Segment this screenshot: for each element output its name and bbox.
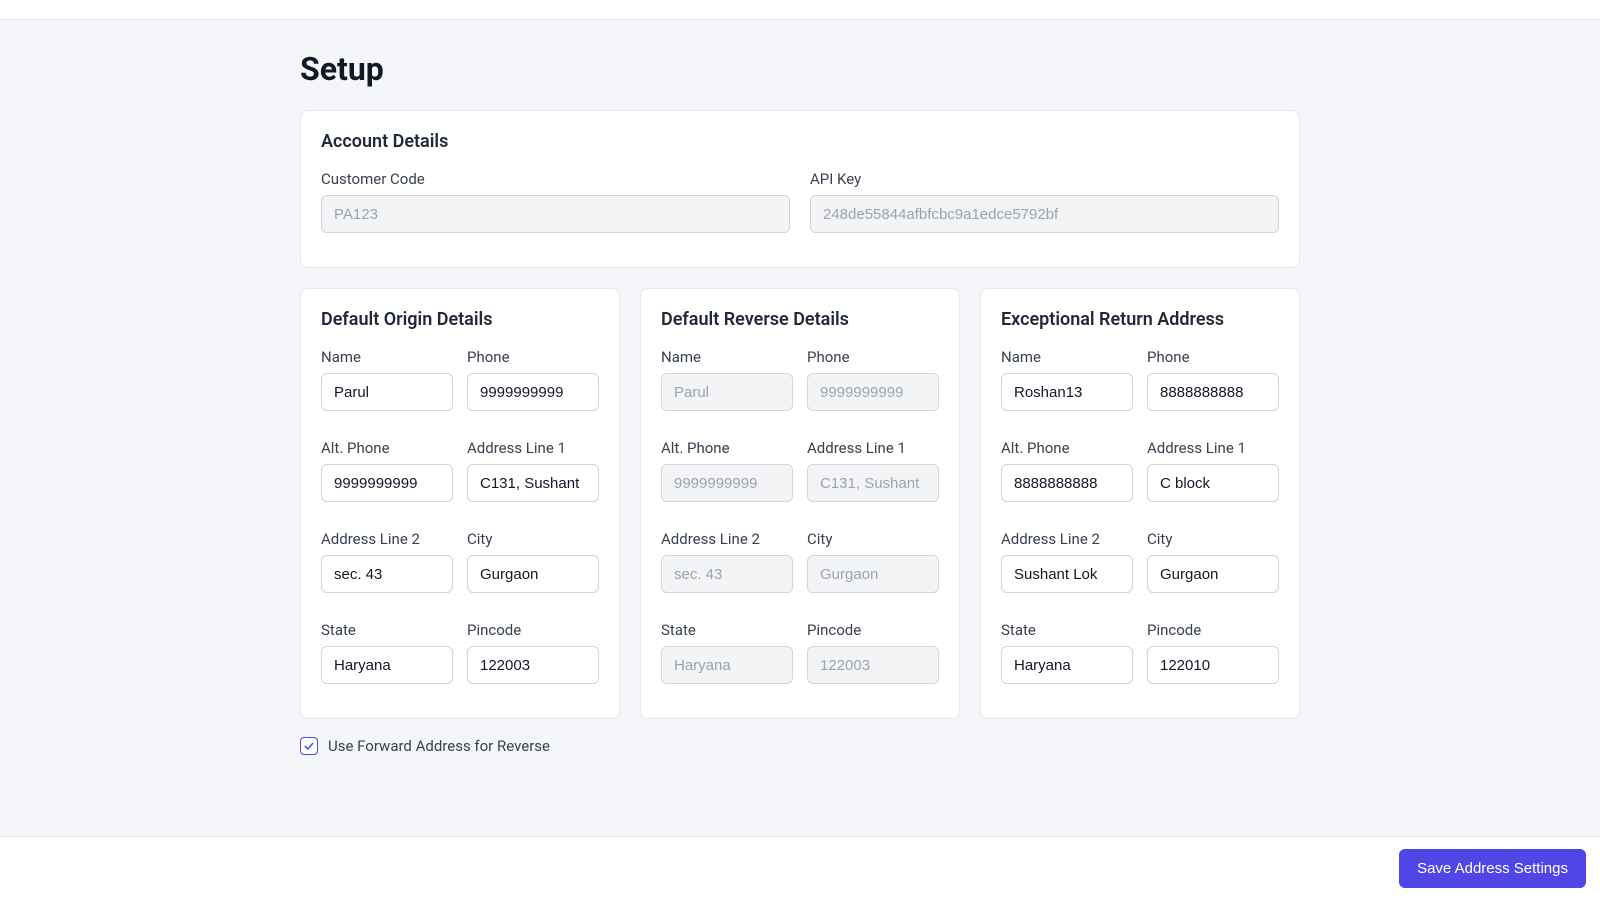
customer-code-field: Customer Code <box>321 170 790 233</box>
return-phone-input[interactable] <box>1147 373 1279 411</box>
reverse-addr1-label: Address Line 1 <box>807 439 939 457</box>
return-name-label: Name <box>1001 348 1133 366</box>
origin-addr2-label: Address Line 2 <box>321 530 453 548</box>
return-state-label: State <box>1001 621 1133 639</box>
reverse-altphone-input <box>661 464 793 502</box>
reverse-card: Default Reverse Details Name Phone Alt. … <box>640 288 960 719</box>
return-addr1-input[interactable] <box>1147 464 1279 502</box>
origin-name-input[interactable] <box>321 373 453 411</box>
return-section-title: Exceptional Return Address <box>1001 309 1279 330</box>
origin-pincode-input[interactable] <box>467 646 599 684</box>
origin-phone-input[interactable] <box>467 373 599 411</box>
return-addr2-label: Address Line 2 <box>1001 530 1133 548</box>
return-altphone-input[interactable] <box>1001 464 1133 502</box>
reverse-phone-label: Phone <box>807 348 939 366</box>
reverse-city-label: City <box>807 530 939 548</box>
reverse-state-label: State <box>661 621 793 639</box>
footer-bar: Save Address Settings <box>0 836 1600 900</box>
main-container: Setup Account Details Customer Code API … <box>300 20 1300 795</box>
reverse-state-input <box>661 646 793 684</box>
api-key-field: API Key <box>810 170 1279 247</box>
origin-altphone-input[interactable] <box>321 464 453 502</box>
origin-card: Default Origin Details Name Phone Alt. P… <box>300 288 620 719</box>
reverse-addr2-label: Address Line 2 <box>661 530 793 548</box>
return-addr1-label: Address Line 1 <box>1147 439 1279 457</box>
reverse-phone-input <box>807 373 939 411</box>
return-pincode-input[interactable] <box>1147 646 1279 684</box>
origin-addr1-label: Address Line 1 <box>467 439 599 457</box>
reverse-name-label: Name <box>661 348 793 366</box>
reverse-pincode-input <box>807 646 939 684</box>
origin-phone-label: Phone <box>467 348 599 366</box>
reverse-altphone-label: Alt. Phone <box>661 439 793 457</box>
origin-addr1-input[interactable] <box>467 464 599 502</box>
return-card: Exceptional Return Address Name Phone Al… <box>980 288 1300 719</box>
use-forward-label: Use Forward Address for Reverse <box>328 737 550 755</box>
reverse-city-input <box>807 555 939 593</box>
origin-state-label: State <box>321 621 453 639</box>
api-key-label: API Key <box>810 170 1279 188</box>
reverse-name-input <box>661 373 793 411</box>
api-key-input <box>810 195 1279 233</box>
save-address-button[interactable]: Save Address Settings <box>1399 849 1586 888</box>
top-bar <box>0 0 1600 20</box>
customer-code-input <box>321 195 790 233</box>
origin-section-title: Default Origin Details <box>321 309 599 330</box>
return-altphone-label: Alt. Phone <box>1001 439 1133 457</box>
origin-city-label: City <box>467 530 599 548</box>
origin-state-input[interactable] <box>321 646 453 684</box>
reverse-addr1-input <box>807 464 939 502</box>
account-details-card: Account Details Customer Code API Key <box>300 110 1300 268</box>
page-title: Setup <box>300 50 1300 88</box>
reverse-pincode-label: Pincode <box>807 621 939 639</box>
return-state-input[interactable] <box>1001 646 1133 684</box>
origin-name-label: Name <box>321 348 453 366</box>
return-addr2-input[interactable] <box>1001 555 1133 593</box>
check-icon <box>303 740 315 752</box>
return-phone-label: Phone <box>1147 348 1279 366</box>
return-name-input[interactable] <box>1001 373 1133 411</box>
origin-addr2-input[interactable] <box>321 555 453 593</box>
return-city-input[interactable] <box>1147 555 1279 593</box>
use-forward-row: Use Forward Address for Reverse <box>300 733 1300 775</box>
return-city-label: City <box>1147 530 1279 548</box>
reverse-section-title: Default Reverse Details <box>661 309 939 330</box>
reverse-addr2-input <box>661 555 793 593</box>
use-forward-checkbox[interactable] <box>300 737 318 755</box>
return-pincode-label: Pincode <box>1147 621 1279 639</box>
origin-altphone-label: Alt. Phone <box>321 439 453 457</box>
origin-city-input[interactable] <box>467 555 599 593</box>
account-section-title: Account Details <box>321 131 1279 152</box>
customer-code-label: Customer Code <box>321 170 790 188</box>
origin-pincode-label: Pincode <box>467 621 599 639</box>
